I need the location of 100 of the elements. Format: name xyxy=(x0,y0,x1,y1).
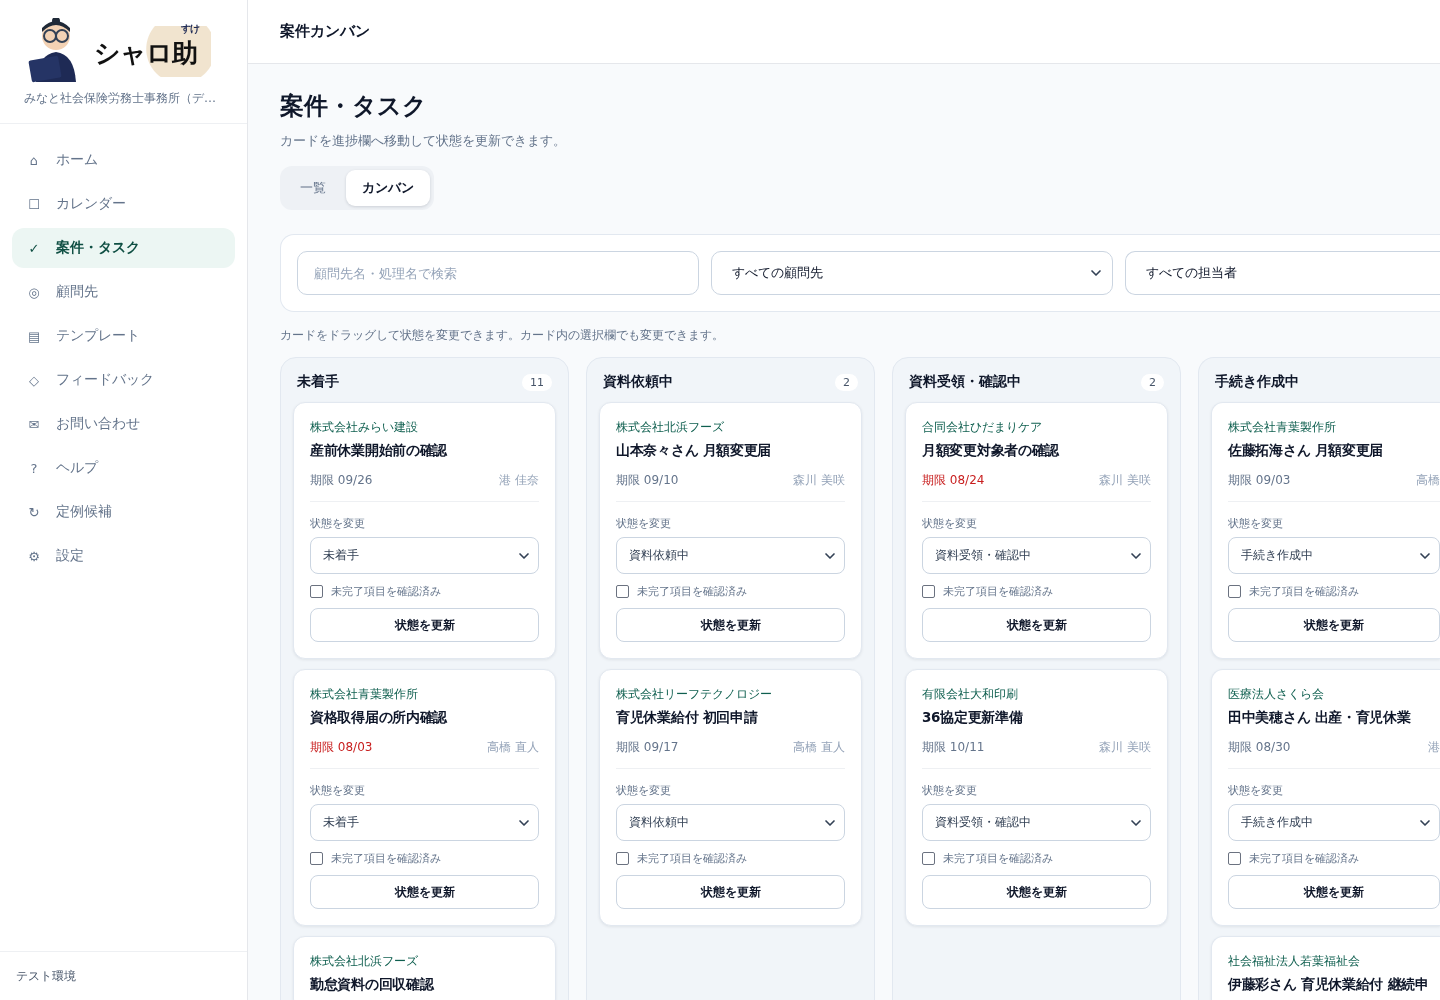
status-select[interactable]: 手続き作成中 xyxy=(1228,804,1440,841)
task-title: 田中美穂さん 出産・育児休業 xyxy=(1228,709,1412,727)
nav-item[interactable]: ⚙ 設定 xyxy=(12,536,235,576)
update-status-button[interactable]: 状態を更新 xyxy=(1228,875,1440,909)
status-label: 状態を変更 xyxy=(310,783,366,798)
assignee-name: 港 xyxy=(1428,739,1440,756)
view-tab[interactable]: カンバン xyxy=(346,170,430,206)
status-select[interactable]: 資料受領・確認中 xyxy=(922,804,1151,841)
count-badge: 2 xyxy=(835,373,858,391)
client-name: 株式会社青葉製作所 xyxy=(310,686,419,703)
task-title: 伊藤彩さん 育児休業給付 継続申 xyxy=(1228,976,1430,994)
update-status-button[interactable]: 状態を更新 xyxy=(922,608,1151,642)
status-label: 状態を変更 xyxy=(616,516,672,531)
task-title: 月額変更対象者の確認 xyxy=(922,442,1060,460)
update-status-button[interactable]: 状態を更新 xyxy=(310,875,539,909)
task-card[interactable]: 株式会社北浜フーズ 山本奈々さん 月額変更届 期限 09/10 森川 美咲 状態を変更 資料依頼中 未完了項目を確認済み 状態を更新 xyxy=(599,402,862,659)
checkbox-label: 未完了項目を確認済み xyxy=(331,584,441,599)
count-badge: 11 xyxy=(522,373,552,391)
subtitle: カードを進捗欄へ移動して状態を更新できます。 xyxy=(280,132,567,150)
nav-item[interactable]: ✓ 案件・タスク xyxy=(12,228,235,268)
drag-hint: カードをドラッグして状態を変更できます。カード内の選択欄でも変更できます。 xyxy=(280,328,725,343)
task-card[interactable]: 株式会社みらい建設 産前休業開始前の確認 期限 09/26 港 佳奈 状態を変更 未着手 未完了項目を確認済み 状態を更新 xyxy=(293,402,556,659)
status-label: 状態を変更 xyxy=(1228,516,1284,531)
due-date: 期限 09/26 xyxy=(310,472,373,489)
client-name: 株式会社北浜フーズ xyxy=(310,953,419,970)
assignee-select[interactable]: すべての担当者 xyxy=(1125,251,1440,295)
update-status-button[interactable]: 状態を更新 xyxy=(616,608,845,642)
checkbox[interactable] xyxy=(616,852,629,865)
status-label: 状態を変更 xyxy=(1228,783,1284,798)
page-title: 案件カンバン xyxy=(248,0,1440,64)
nav-item[interactable]: ⌂ ホーム xyxy=(12,140,235,180)
checkbox[interactable] xyxy=(616,585,629,598)
nav-icon: ◇ xyxy=(28,373,40,387)
client-select[interactable]: すべての顧問先 xyxy=(711,251,1113,295)
status-select[interactable]: 資料依頼中 xyxy=(616,537,845,574)
nav-icon: ↻ xyxy=(28,505,40,519)
update-status-button[interactable]: 状態を更新 xyxy=(1228,608,1440,642)
due-date: 期限 09/17 xyxy=(616,739,679,756)
client-name: 合同会社ひだまりケア xyxy=(922,419,1043,436)
nav-item[interactable]: ? ヘルプ xyxy=(12,448,235,488)
nav-item[interactable]: ▤ テンプレート xyxy=(12,316,235,356)
task-card[interactable]: 株式会社青葉製作所 佐藤拓海さん 月額変更届 期限 09/03 高橋 状態を変更 手続き作成中 未完了項目を確認済み 状態を更新 xyxy=(1211,402,1440,659)
checkbox[interactable] xyxy=(1228,585,1241,598)
assignee-name: 高橋 直人 xyxy=(793,739,845,756)
status-select[interactable]: 未着手 xyxy=(310,804,539,841)
due-date: 期限 09/10 xyxy=(616,472,679,489)
assignee-name: 高橋 xyxy=(1416,472,1440,489)
task-card[interactable]: 合同会社ひだまりケア 月額変更対象者の確認 期限 08/24 森川 美咲 状態を変更 資料受領・確認中 未完了項目を確認済み 状態を更新 xyxy=(905,402,1168,659)
task-card[interactable]: 社会福祉法人若葉福祉会 伊藤彩さん 育児休業給付 継続申 xyxy=(1211,936,1440,1000)
task-title: 資格取得届の所内確認 xyxy=(310,709,448,727)
checkbox[interactable] xyxy=(922,852,935,865)
nav-label: 案件・タスク xyxy=(56,239,140,257)
nav-label: フィードバック xyxy=(56,371,154,389)
task-title: 産前休業開始前の確認 xyxy=(310,442,448,460)
status-select[interactable]: 未着手 xyxy=(310,537,539,574)
nav-label: 定例候補 xyxy=(56,503,112,521)
task-card[interactable]: 株式会社北浜フーズ 勤怠資料の回収確認 xyxy=(293,936,556,1000)
task-card[interactable]: 医療法人さくら会 田中美穂さん 出産・育児休業 期限 08/30 港 状態を変更 手続き作成中 未完了項目を確認済み 状態を更新 xyxy=(1211,669,1440,926)
client-name: 株式会社リーフテクノロジー xyxy=(616,686,773,703)
checkbox[interactable] xyxy=(310,852,323,865)
checkbox[interactable] xyxy=(1228,852,1241,865)
office-name: みなと社会保険労務士事務所（デ… xyxy=(24,90,217,107)
nav-label: 顧問先 xyxy=(56,283,98,301)
task-card[interactable]: 株式会社リーフテクノロジー 育児休業給付 初回申請 期限 09/17 高橋 直人 状態を変更 資料依頼中 未完了項目を確認済み 状態を更新 xyxy=(599,669,862,926)
assignee-name: 高橋 直人 xyxy=(487,739,539,756)
update-status-button[interactable]: 状態を更新 xyxy=(310,608,539,642)
checkbox[interactable] xyxy=(310,585,323,598)
nav-label: カレンダー xyxy=(56,195,126,213)
nav-item[interactable]: ↻ 定例候補 xyxy=(12,492,235,532)
task-card[interactable]: 有限会社大和印刷 36協定更新準備 期限 10/11 森川 美咲 状態を変更 資料受領・確認中 未完了項目を確認済み 状態を更新 xyxy=(905,669,1168,926)
nav-item[interactable]: ✉ お問い合わせ xyxy=(12,404,235,444)
nav-item[interactable]: ◇ フィードバック xyxy=(12,360,235,400)
checkbox-label: 未完了項目を確認済み xyxy=(331,851,441,866)
status-select[interactable]: 資料受領・確認中 xyxy=(922,537,1151,574)
checkbox-label: 未完了項目を確認済み xyxy=(1249,851,1359,866)
checkbox-label: 未完了項目を確認済み xyxy=(1249,584,1359,599)
assignee-name: 森川 美咲 xyxy=(1099,739,1151,756)
search-field[interactable]: 顧問先名・処理名で検索 xyxy=(297,251,699,295)
column-title: 未着手 xyxy=(297,373,339,391)
column-title: 手続き作成中 xyxy=(1215,373,1299,391)
nav-icon: ✓ xyxy=(28,241,40,255)
update-status-button[interactable]: 状態を更新 xyxy=(922,875,1151,909)
checkbox[interactable] xyxy=(922,585,935,598)
due-date: 期限 09/03 xyxy=(1228,472,1291,489)
nav-label: 設定 xyxy=(56,547,84,565)
nav-label: ヘルプ xyxy=(56,459,98,477)
task-title: 勤怠資料の回収確認 xyxy=(310,976,435,994)
update-status-button[interactable]: 状態を更新 xyxy=(616,875,845,909)
task-card[interactable]: 株式会社青葉製作所 資格取得届の所内確認 期限 08/03 高橋 直人 状態を変更 未着手 未完了項目を確認済み 状態を更新 xyxy=(293,669,556,926)
status-select[interactable]: 資料依頼中 xyxy=(616,804,845,841)
assignee-name: 森川 美咲 xyxy=(793,472,845,489)
nav-item[interactable]: ☐ カレンダー xyxy=(12,184,235,224)
count-badge: 2 xyxy=(1141,373,1164,391)
status-label: 状態を変更 xyxy=(616,783,672,798)
nav-item[interactable]: ◎ 顧問先 xyxy=(12,272,235,312)
view-tab[interactable]: 一覧 xyxy=(284,170,342,206)
client-name: 社会福祉法人若葉福祉会 xyxy=(1228,953,1361,970)
due-date: 期限 08/03 xyxy=(310,739,373,756)
status-select[interactable]: 手続き作成中 xyxy=(1228,537,1440,574)
checkbox-label: 未完了項目を確認済み xyxy=(943,584,1053,599)
